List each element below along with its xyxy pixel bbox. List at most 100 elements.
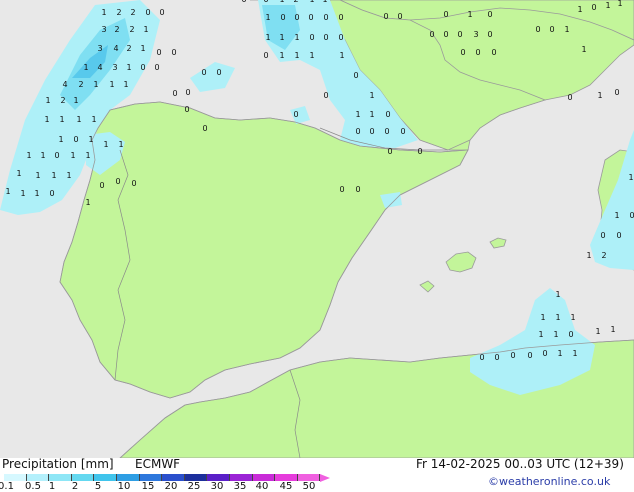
precip-value-label: 1 [555, 290, 560, 299]
precip-value-label: 0 [338, 13, 343, 22]
precip-value-label: 1 [538, 330, 543, 339]
precip-value-label: 2 [129, 25, 134, 34]
precip-value-label: 1 [555, 313, 560, 322]
precip-value-label: 0 [549, 25, 554, 34]
precip-value-label: 2 [114, 25, 119, 34]
color-scale-segment [4, 474, 27, 481]
color-scale-tick: 15 [141, 481, 155, 492]
legend-title: Precipitation [mm] [2, 457, 114, 471]
precip-value-label: 0 [115, 177, 120, 186]
precip-value-label: 1 [103, 140, 108, 149]
precip-value-label: 0 [510, 351, 515, 360]
precip-value-label: 0 [591, 3, 596, 12]
precip-value-label: 0 [614, 88, 619, 97]
precip-value-label: 1 [143, 25, 148, 34]
precip-value-label: 0 [323, 91, 328, 100]
precip-value-label: 1 [16, 169, 21, 178]
precip-value-label: 0 [156, 48, 161, 57]
precip-value-label: 0 [323, 33, 328, 42]
precip-value-label: 1 [610, 325, 615, 334]
precip-value-label: 0 [308, 13, 313, 22]
precip-value-label: 1 [279, 51, 284, 60]
precip-value-label: 1 [118, 140, 123, 149]
precip-value-label: 1 [577, 5, 582, 14]
precip-value-label: 1 [76, 115, 81, 124]
precip-value-label: 0 [616, 231, 621, 240]
color-scale-segment [116, 474, 140, 481]
precip-value-label: 0 [185, 88, 190, 97]
precip-value-label: 0 [387, 147, 392, 156]
precip-value-label: 0 [73, 135, 78, 144]
precip-value-label: 1 [617, 0, 622, 8]
precip-value-label: 1 [564, 25, 569, 34]
color-scale-tick: 45 [279, 481, 293, 492]
precip-value-label: 0 [397, 12, 402, 21]
precip-value-label: 1 [279, 33, 284, 42]
color-scale-tick: 0.5 [25, 481, 41, 492]
precip-value-label: 1 [605, 1, 610, 10]
precip-value-label: 1 [59, 115, 64, 124]
precip-value-label: 0 [263, 51, 268, 60]
precip-value-label: 0 [99, 181, 104, 190]
precip-value-label: 2 [130, 8, 135, 17]
precip-value-label: 1 [91, 115, 96, 124]
precip-value-label: 0 [629, 211, 634, 220]
precip-value-label: 0 [241, 0, 246, 4]
precip-value-label: 1 [614, 211, 619, 220]
precip-value-label: 0 [487, 10, 492, 19]
precip-value-label: 0 [369, 127, 374, 136]
precip-value-label: 1 [557, 349, 562, 358]
precip-value-label: 0 [293, 110, 298, 119]
precip-value-label: 0 [400, 127, 405, 136]
precip-value-label: 0 [216, 68, 221, 77]
color-scale-tick: 1 [48, 481, 56, 492]
precip-value-label: 0 [385, 110, 390, 119]
precip-value-label: 1 [26, 151, 31, 160]
precip-value-label: 1 [85, 198, 90, 207]
precip-value-label: 1 [40, 151, 45, 160]
precip-value-label: 0 [494, 353, 499, 362]
precip-value-label: 1 [540, 313, 545, 322]
precip-value-label: 0 [171, 48, 176, 57]
precip-value-label: 1 [628, 173, 633, 182]
precip-value-label: 2 [293, 0, 298, 4]
precip-value-label: 1 [572, 349, 577, 358]
precip-value-label: 1 [73, 96, 78, 105]
precip-value-label: 0 [353, 71, 358, 80]
precip-value-label: 1 [88, 135, 93, 144]
precip-value-label: 0 [384, 127, 389, 136]
precip-value-label: 1 [595, 327, 600, 336]
precip-value-label: 0 [201, 68, 206, 77]
precip-value-label: 0 [535, 25, 540, 34]
color-scale-segment [207, 474, 230, 481]
color-scale-segment [49, 474, 72, 481]
precip-value-label: 1 [109, 80, 114, 89]
precip-value-label: 0 [457, 30, 462, 39]
precip-value-label: 1 [34, 189, 39, 198]
credit-link[interactable]: ©weatheronline.co.uk [488, 475, 610, 488]
color-scale-tick: 50 [302, 481, 316, 492]
precip-value-label: 1 [20, 189, 25, 198]
precip-value-label: 1 [570, 313, 575, 322]
precip-value-label: 0 [443, 10, 448, 19]
precip-value-label: 0 [54, 151, 59, 160]
precipitation-map: 1 2 2 0 03 2 2 13 4 2 1 0 01 4 3 1 0 04 2 1 1 11 2 11 1 1 11 0 11 11 1… [0, 0, 634, 458]
color-scale-segment [252, 474, 276, 481]
color-scale-tick: 20 [164, 481, 178, 492]
color-scale-tick: 25 [187, 481, 201, 492]
precip-value-label: 0 [339, 185, 344, 194]
precip-value-label: 1 [369, 91, 374, 100]
precip-value-label: 0 [131, 179, 136, 188]
precip-value-label: 1 [586, 251, 591, 260]
precip-value-label: 0 [383, 12, 388, 21]
precip-value-label: 1 [58, 135, 63, 144]
precip-value-label: 1 [553, 330, 558, 339]
precip-value-label: 3 [101, 25, 106, 34]
color-scale-segment [229, 474, 253, 481]
precip-value-label: 1 [44, 115, 49, 124]
precip-value-label: 0 [527, 351, 532, 360]
color-scale-tick: 35 [233, 481, 247, 492]
precip-value-label: 0 [202, 124, 207, 133]
precip-value-label: 1 [369, 110, 374, 119]
precip-value-label: 1 [265, 33, 270, 42]
